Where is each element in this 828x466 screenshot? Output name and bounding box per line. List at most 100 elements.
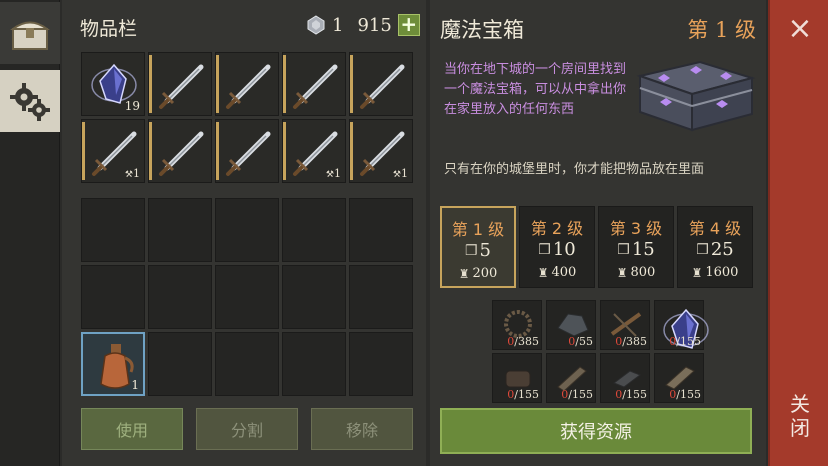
slot-box-icon: ❒ [696,241,709,258]
remove-button[interactable]: 移除 [311,408,413,450]
durability-icon: ⚒ [124,170,133,180]
inventory-slot[interactable] [282,198,346,262]
resource-slot[interactable]: 0/385 [600,300,650,350]
resource-slot[interactable]: 0/155 [492,353,542,403]
level-cost-value: 400 [551,265,577,280]
inventory-slot[interactable] [349,198,413,262]
gem-currency-icon [307,15,325,35]
inventory-slot[interactable] [215,332,279,396]
crown-icon: ♜ [616,265,628,280]
close-icon[interactable]: × [784,14,816,46]
resource-slot[interactable]: 0/55 [546,300,596,350]
item-quantity: 1 [131,378,139,392]
crown-icon: ♜ [691,265,703,280]
inventory-slot[interactable] [148,265,212,329]
slot-box-icon: ❒ [538,241,551,258]
resource-need: /155 [676,335,701,348]
equipped-marker [149,55,152,113]
level-name: 第 1 级 [451,220,505,239]
resource-need: /155 [676,388,701,401]
level-slot-count: 5 [479,240,491,261]
inventory-slot[interactable]: 1 [81,332,145,396]
inventory-slot[interactable] [148,332,212,396]
inventory-title: 物品栏 [80,18,138,40]
level-slots: ❒ 10 [520,239,594,260]
resource-slot[interactable]: 0/155 [654,300,709,350]
durability-icon: ⚒ [325,170,334,180]
resource-amount: 0/155 [669,335,701,348]
get-resources-button[interactable]: 获得资源 [440,408,752,454]
equipped-slot[interactable]: ⚒1 [282,119,346,183]
durability-value: 1 [401,167,408,180]
equipped-slot[interactable] [148,119,212,183]
level-option-4[interactable]: 第 4 级 ❒ 25 ♜ 1600 [677,206,753,288]
equipped-slot[interactable] [215,119,279,183]
level-option-3[interactable]: 第 3 级 ❒ 15 ♜ 800 [598,206,674,288]
use-button[interactable]: 使用 [81,408,183,450]
level-cost-value: 1600 [705,265,739,280]
level-cost: ♜ 800 [599,265,673,280]
inventory-slot[interactable] [215,198,279,262]
item-quantity: 19 [124,99,140,113]
resource-amount: 0/155 [561,388,593,401]
equipped-slot[interactable] [148,52,212,116]
resource-slot[interactable]: 0/155 [600,353,650,403]
equipped-marker [216,55,219,113]
equipped-marker [350,122,353,180]
level-name: 第 4 级 [688,219,742,238]
resource-amount: 0/385 [507,335,539,348]
durability-icon: ⚒ [392,170,401,180]
resource-slot[interactable]: 0/155 [546,353,596,403]
split-button[interactable]: 分割 [196,408,298,450]
inventory-slot[interactable] [215,265,279,329]
magic-chest-icon [636,60,756,132]
resource-amount: 0/155 [669,388,701,401]
level-slot-count: 15 [631,239,655,260]
inventory-actions: 使用 分割 移除 [81,408,413,450]
level-option-1[interactable]: 第 1 级 ❒ 5 ♜ 200 [440,206,516,288]
resource-amount: 0/385 [615,335,647,348]
chest-levels: 第 1 级 ❒ 5 ♜ 200 第 2 级 ❒ 10 ♜ 400 第 3 级 ❒ 15 ♜ 800 第 4 级… [440,206,753,288]
close-button-label[interactable]: 关闭 [784,392,816,440]
add-currency-button[interactable]: + [397,14,420,36]
inventory-slot[interactable] [81,265,145,329]
slot-box-icon: ❒ [617,241,630,258]
level-option-2[interactable]: 第 2 级 ❒ 10 ♜ 400 [519,206,595,288]
equipped-marker [283,55,286,113]
resource-need: /385 [514,335,539,348]
inventory-slot[interactable] [282,265,346,329]
close-strip[interactable]: × 关闭 [768,0,828,466]
tab-settings[interactable] [0,70,60,132]
equipped-slot[interactable]: ⚒1 [81,119,145,183]
level-name: 第 3 级 [609,219,663,238]
level-name: 第 2 级 [530,219,584,238]
equipped-slot[interactable] [215,52,279,116]
currency-small: 1 [332,14,344,36]
resource-amount: 0/55 [568,335,593,348]
durability-value: 1 [133,167,140,180]
inventory-slot[interactable] [148,198,212,262]
inventory-slot[interactable] [349,332,413,396]
chest-tab-icon [10,21,50,50]
equipped-slot[interactable]: ⚒1 [349,119,413,183]
inventory-grid: 1 [81,198,413,396]
inventory-slot[interactable] [81,198,145,262]
resource-amount: 0/155 [615,388,647,401]
resource-need: /155 [568,388,593,401]
equipped-marker [350,55,353,113]
level-cost: ♜ 400 [520,265,594,280]
tab-chest[interactable] [0,2,60,64]
required-resources-grid: 0/385 0/55 0/385 0/155 0/155 0/155 0/155 0/155 [492,300,709,403]
resource-need: /385 [622,335,647,348]
crown-icon: ♜ [458,266,470,281]
inventory-slot[interactable] [282,332,346,396]
equipped-slot[interactable] [282,52,346,116]
equipped-slot[interactable]: 19 [81,52,145,116]
level-slots: ❒ 25 [678,239,752,260]
inventory-panel: 物品栏 1 915 + 19 ⚒1 ⚒1 ⚒1 1 使用 分割 移除 [62,0,426,466]
equipped-slot[interactable] [349,52,413,116]
resource-slot[interactable]: 0/385 [492,300,542,350]
inventory-slot[interactable] [349,265,413,329]
resource-slot[interactable]: 0/155 [654,353,704,403]
crown-icon: ♜ [537,265,549,280]
